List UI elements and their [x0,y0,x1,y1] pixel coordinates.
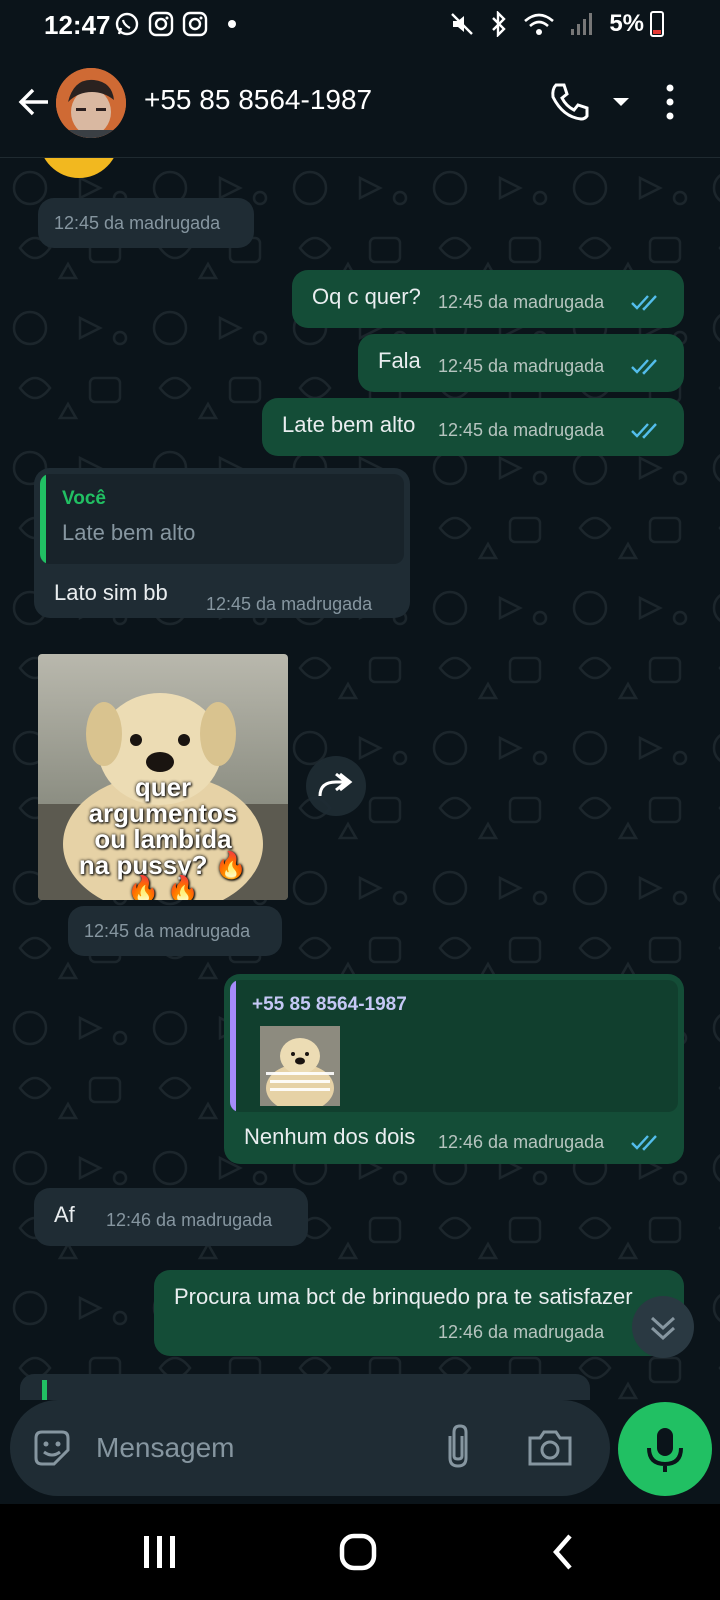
chevron-down-icon [613,98,629,106]
message-input[interactable] [96,1426,426,1470]
message-text: Lato sim bb [54,580,168,605]
message-composer [10,1400,610,1496]
message-text: Fala [378,348,421,373]
chat-area[interactable]: 12:45 da madrugada Oq c quer? 12:45 da m… [0,158,720,1400]
read-ticks-icon [631,295,657,311]
call-options-button[interactable] [606,90,636,114]
incoming-message[interactable] [20,1374,590,1400]
paperclip-icon[interactable] [440,1422,476,1472]
read-ticks-icon [631,423,657,439]
voice-message-button[interactable] [618,1402,712,1496]
message-time: 12:45 da madrugada [438,420,605,440]
back-button[interactable] [14,78,54,126]
battery-percentage: 5% [609,10,644,37]
sticker-icon[interactable] [30,1426,74,1470]
wifi-icon [524,13,555,35]
outgoing-message[interactable]: Procura uma bct de brinquedo pra te sati… [154,1270,684,1356]
message-text: Oq c quer? [312,284,421,309]
signal-icon [571,13,593,35]
message-text: Procura uma bct de brinquedo pra te sati… [174,1284,633,1309]
incoming-message[interactable]: Af 12:46 da madrugada [34,1188,308,1246]
whatsapp-icon [115,12,139,36]
forward-button[interactable] [306,756,366,816]
instagram-icon [148,11,174,37]
scroll-to-bottom-button[interactable] [632,1296,694,1358]
message-text: Nenhum dos dois [244,1124,416,1149]
meme-caption-line: 🔥 🔥 [127,874,199,900]
avatar[interactable] [56,68,126,138]
back-arrow-icon [18,88,48,116]
avatar-photo [56,68,126,138]
message-time-bubble: 12:45 da madrugada [38,198,254,248]
quote-accent-bar [40,474,46,564]
quoted-message[interactable]: +55 85 8564-1987 [230,980,678,1112]
read-ticks-icon [631,359,657,375]
message-text: Late bem alto [282,412,416,437]
message-time: 12:45 da madrugada [438,356,605,376]
voice-call-button[interactable] [548,80,592,124]
outgoing-message[interactable]: Oq c quer? 12:45 da madrugada [292,270,684,328]
message-time: 12:45 da madrugada [54,213,221,233]
camera-icon[interactable] [526,1426,574,1470]
quote-author: +55 85 8564-1987 [252,994,407,1015]
notification-icons [114,11,236,37]
status-bar: 12:47 5% [0,0,720,50]
meme-caption-line: ou lambida [94,824,232,854]
quoted-image-thumbnail [260,1026,340,1106]
outgoing-message[interactable]: Late bem alto 12:45 da madrugada [262,398,684,456]
recent-apps-icon[interactable] [140,1534,180,1570]
mute-icon [451,13,474,35]
dot-icon [228,20,236,28]
forward-icon [318,772,353,797]
quote-text: Late bem alto [62,520,196,545]
phone-icon [551,83,589,121]
incoming-message[interactable]: Você Late bem alto Lato sim bb 12:45 da … [34,468,410,618]
meme-caption-line: quer [134,772,192,802]
quoted-message[interactable]: Você Late bem alto [40,474,404,564]
double-chevron-down-icon [650,1316,676,1341]
quote-author: Você [62,488,107,509]
bluetooth-icon [492,11,507,37]
instagram-icon [182,11,208,37]
home-icon[interactable] [338,1532,378,1572]
outgoing-message[interactable]: Fala 12:45 da madrugada [358,334,684,392]
chat-header: +55 85 8564-1987 [0,50,720,158]
outgoing-message[interactable]: +55 85 8564-1987 Nenhum dos dois 12:46 d… [224,974,684,1164]
more-options-button[interactable] [660,80,680,124]
status-time: 12:47 [44,10,111,40]
message-time: 12:45 da madrugada [206,594,373,614]
emoji-sticker [44,158,114,178]
more-vert-icon [666,84,674,120]
contact-name[interactable]: +55 85 8564-1987 [144,84,372,116]
message-time: 12:46 da madrugada [438,1322,605,1342]
message-time: 12:45 da madrugada [84,921,251,941]
quote-accent-bar [230,980,236,1112]
message-text: Af [54,1202,75,1227]
image-message[interactable]: quer argumentos ou lambida na pussy? 🔥 🔥… [38,654,288,900]
nav-back-icon[interactable] [548,1532,578,1572]
message-time: 12:46 da madrugada [106,1210,273,1230]
message-time: 12:45 da madrugada [438,292,605,312]
message-time-bubble: 12:45 da madrugada [68,906,282,956]
system-icons: 5% [449,10,664,38]
message-time: 12:46 da madrugada [438,1132,605,1152]
quote-accent-bar [42,1380,47,1400]
meme-caption-line: argumentos [88,798,238,828]
battery-icon [650,11,664,37]
microphone-icon [647,1428,683,1472]
read-ticks-icon [631,1135,657,1151]
system-navigation-bar [0,1504,720,1600]
